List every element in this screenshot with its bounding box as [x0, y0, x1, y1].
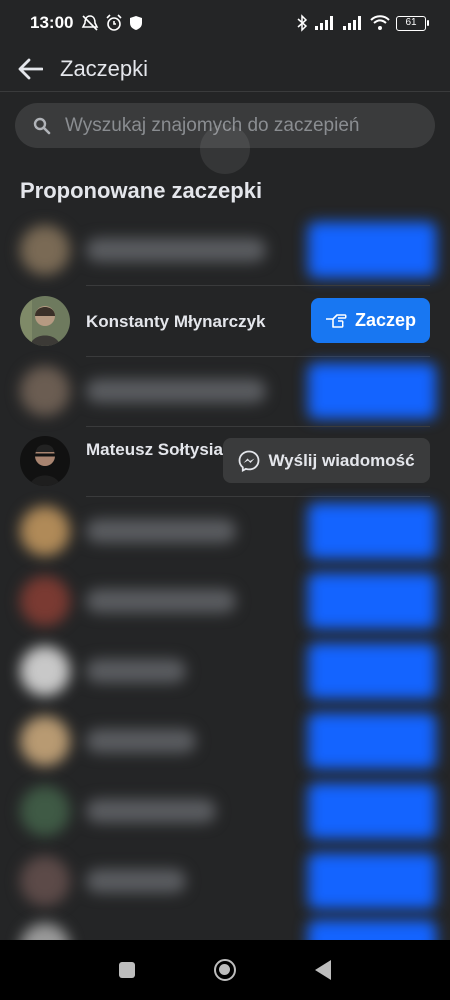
avatar — [20, 856, 70, 906]
messenger-icon — [239, 450, 260, 472]
mute-icon — [82, 15, 99, 31]
person-name: Mateusz Sołtysiak — [86, 440, 233, 459]
poke-hand-icon — [325, 313, 347, 328]
avatar — [20, 366, 70, 416]
avatar — [20, 506, 70, 556]
signal-icon-2 — [343, 16, 361, 30]
avatar — [20, 923, 70, 940]
blurred-name — [86, 379, 266, 403]
send-message-label: Wyślij wiadomość — [268, 450, 415, 470]
section-title: Proponowane zaczepki — [20, 178, 263, 203]
status-time: 13:00 — [30, 13, 74, 32]
search-icon — [33, 117, 51, 134]
suggestion-row-blurred — [0, 635, 450, 707]
home-button[interactable] — [213, 959, 236, 981]
touch-ripple — [200, 124, 250, 174]
avatar — [20, 436, 70, 486]
battery-indicator: 61 — [396, 15, 429, 31]
wifi-icon — [370, 15, 390, 30]
avatar — [20, 576, 70, 626]
status-bar: 13:00 61 — [0, 0, 450, 46]
blurred-button — [308, 643, 436, 699]
system-nav-bar — [0, 940, 450, 1000]
suggestion-row[interactable]: Mateusz Sołtysiak Wyślij wiadomość — [0, 425, 450, 497]
avatar — [20, 225, 70, 275]
send-message-button[interactable]: Wyślij wiadomość — [223, 438, 430, 483]
blurred-name — [86, 799, 216, 823]
page-title: Zaczepki — [60, 55, 149, 81]
suggestion-row-blurred — [0, 705, 450, 777]
poke-button[interactable]: Zaczep — [311, 298, 430, 343]
person-name: Konstanty Młynarczyk — [86, 312, 266, 331]
app-screen: 13:00 61 Zaczepki Proponowane zaczepki — [0, 0, 450, 940]
suggestion-row-blurred — [0, 775, 450, 847]
blurred-button — [308, 363, 436, 419]
blurred-name — [86, 659, 186, 683]
blurred-name — [86, 238, 266, 262]
blurred-button — [308, 503, 436, 559]
poke-button-label: Zaczep — [354, 310, 417, 330]
blurred-name — [86, 519, 236, 543]
suggestion-row-blurred — [0, 912, 450, 940]
avatar — [20, 646, 70, 696]
suggestion-row-blurred — [0, 845, 450, 917]
suggestion-row-blurred — [0, 214, 450, 286]
signal-icon — [315, 16, 333, 30]
bluetooth-icon — [297, 14, 308, 32]
back-nav-button[interactable] — [314, 960, 331, 980]
app-header: Zaczepki — [0, 46, 450, 92]
blurred-button — [308, 920, 436, 940]
blurred-button — [308, 853, 436, 909]
back-arrow-icon — [18, 58, 43, 79]
blurred-name — [86, 869, 186, 893]
blurred-button — [308, 783, 436, 839]
suggestion-row[interactable]: Konstanty Młynarczyk Zaczep — [0, 285, 450, 357]
avatar — [20, 786, 70, 836]
blurred-button — [308, 713, 436, 769]
back-button[interactable] — [16, 55, 44, 83]
suggestion-row-blurred — [0, 355, 450, 427]
recents-button[interactable] — [119, 962, 136, 978]
blurred-name — [86, 589, 236, 613]
suggestion-row-blurred — [0, 565, 450, 637]
blurred-button — [308, 573, 436, 629]
blurred-name — [86, 729, 196, 753]
avatar — [20, 716, 70, 766]
suggestion-row-blurred — [0, 495, 450, 567]
blurred-button — [308, 222, 436, 278]
avatar — [20, 296, 70, 346]
shield-icon — [130, 16, 143, 30]
alarm-icon — [106, 14, 123, 31]
